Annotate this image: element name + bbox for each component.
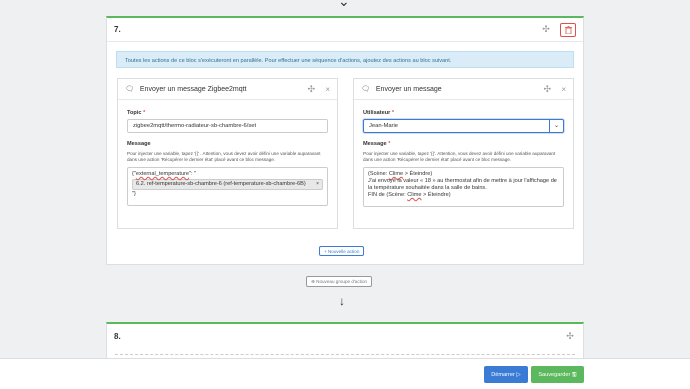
down-arrow-icon: ⌄ xyxy=(338,0,350,9)
send-message-action-card: 🗨 Envoyer un message ✣ × Utilisateur * J… xyxy=(353,78,574,229)
close-icon[interactable]: × xyxy=(325,85,330,94)
card-title: Envoyer un message xyxy=(375,85,442,93)
card-header: 🗨 Envoyer un message Zigbee2mqtt ✣ × xyxy=(118,79,337,100)
variable-help-text: Pour injecter une variable, tapez '{{' .… xyxy=(127,151,321,162)
card-header: 🗨 Envoyer un message ✣ × xyxy=(354,79,573,100)
block-header: 7. ✣ xyxy=(107,18,583,42)
variable-help-text: Pour injecter une variable, tapez '{{'. … xyxy=(363,151,556,162)
move-icon[interactable]: ✣ xyxy=(305,84,317,95)
message-icon: 🗨 xyxy=(125,86,134,93)
message-icon: 🗨 xyxy=(361,86,370,93)
message-label: Message * xyxy=(363,141,391,147)
topic-label: Topic * xyxy=(127,110,146,116)
message-label: Message xyxy=(127,141,151,147)
topic-input[interactable]: zigbee2mqtt/thermo-radiateur-sb-chambre-… xyxy=(127,119,328,133)
trash-icon xyxy=(564,25,572,34)
chevron-down-icon: ⌄ xyxy=(549,120,563,132)
move-icon[interactable]: ✣ xyxy=(541,84,553,95)
block-number: 8. xyxy=(114,331,121,341)
save-button[interactable]: Sauvegarder 🖫 xyxy=(531,366,584,383)
action-block-7: 7. ✣ Toutes les actions de ce bloc s'exé… xyxy=(106,16,584,265)
block-header: 8. ✣ xyxy=(107,324,583,348)
block-number: 7. xyxy=(114,25,121,34)
down-arrow-icon: ↓ xyxy=(339,294,345,308)
variable-token[interactable]: 6.2. ref-temperature-sb-chambre-6 (ref-t… xyxy=(132,179,323,190)
card-title: Envoyer un message Zigbee2mqtt xyxy=(139,85,247,93)
divider xyxy=(115,354,575,355)
parallel-info-alert: Toutes les actions de ce bloc s'exécuter… xyxy=(116,51,574,68)
new-action-group-button[interactable]: ⊕ Nouveau groupe d'action xyxy=(306,276,373,287)
zigbee2mqtt-action-card: 🗨 Envoyer un message Zigbee2mqtt ✣ × Top… xyxy=(117,78,338,229)
new-action-button[interactable]: + Nouvelle action xyxy=(319,246,365,256)
move-icon[interactable]: ✣ xyxy=(540,24,552,35)
start-button[interactable]: Démarrer ▷ xyxy=(484,366,528,383)
user-select[interactable]: Jean-Marie ⌄ xyxy=(363,119,564,133)
footer-bar: Démarrer ▷ Sauvegarder 🖫 xyxy=(0,358,690,389)
message-textarea[interactable]: (Scène: Clime > Éteindre) J'ai envoyé la… xyxy=(363,167,564,207)
user-label: Utilisateur * xyxy=(363,110,395,116)
close-icon[interactable]: × xyxy=(561,85,566,94)
move-icon[interactable]: ✣ xyxy=(564,331,576,342)
message-textarea[interactable]: {"external_temperature": " 6.2. ref-temp… xyxy=(127,167,328,206)
delete-block-button[interactable] xyxy=(560,22,576,37)
remove-token-icon[interactable]: × xyxy=(316,181,319,188)
action-block-8: 8. ✣ xyxy=(106,322,584,362)
